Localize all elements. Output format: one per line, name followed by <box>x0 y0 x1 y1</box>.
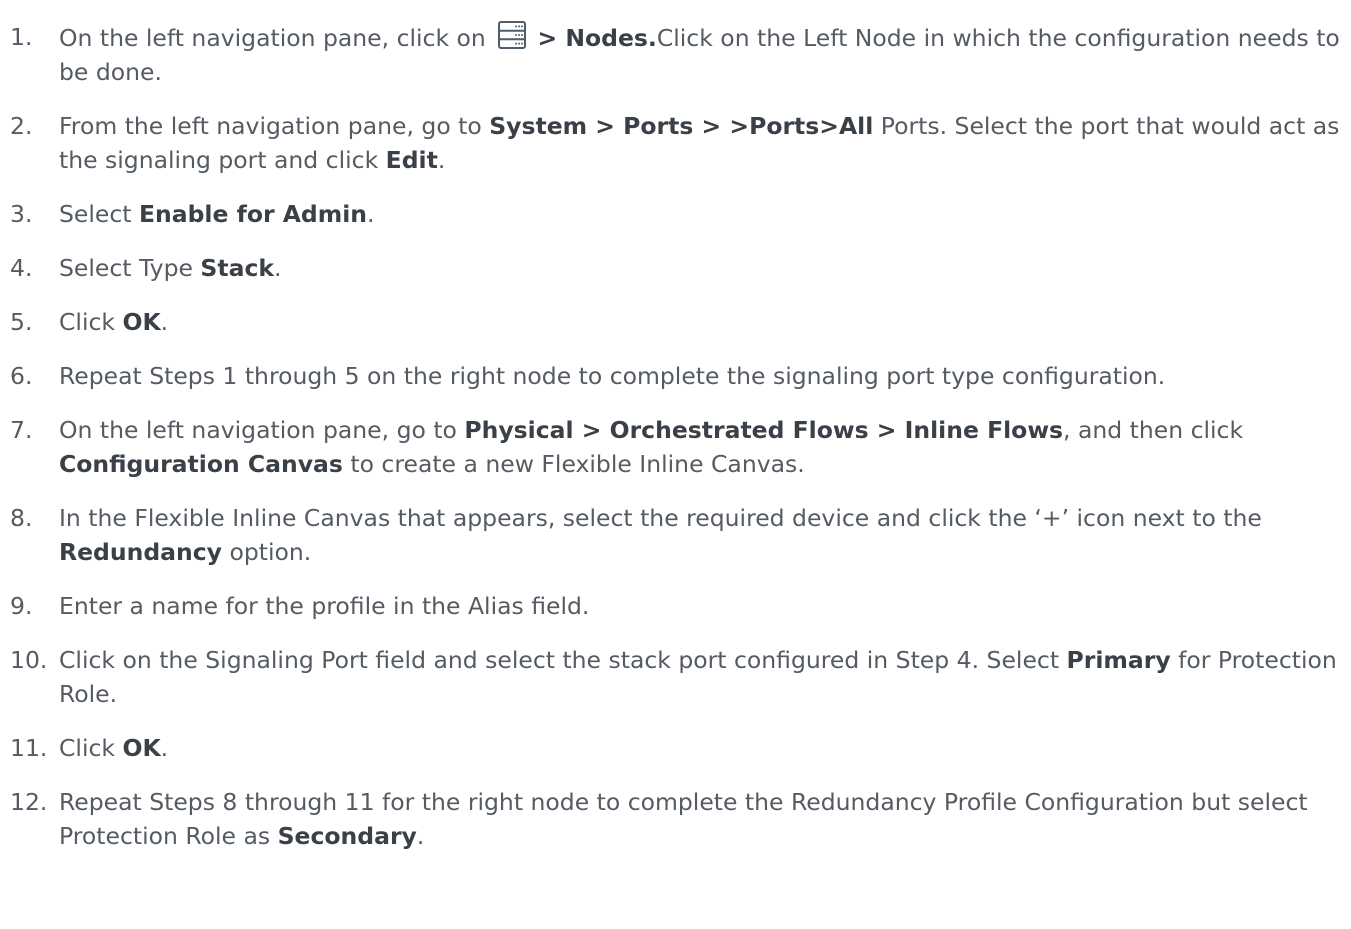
step-text: Repeat Steps 1 through 5 on the right no… <box>59 362 1165 390</box>
step-item: 5. Click OK. <box>0 305 1351 339</box>
step-item: 3. Select Enable for Admin. <box>0 197 1351 231</box>
step-number: 6. <box>10 362 33 390</box>
step-text: In the Flexible Inline Canvas that appea… <box>59 504 1262 566</box>
step-item: 8. In the Flexible Inline Canvas that app… <box>0 501 1351 569</box>
step-text: Repeat Steps 8 through 11 for the right … <box>59 788 1308 850</box>
step-number: 11. <box>10 734 48 762</box>
bold-term: Stack <box>200 254 274 282</box>
bold-term: > Nodes. <box>529 24 657 52</box>
step-text-segment: Click <box>59 734 123 762</box>
step-text: From the left navigation pane, go to Sys… <box>59 112 1339 174</box>
step-text: On the left navigation pane, go to Physi… <box>59 416 1243 478</box>
step-item: 7. On the left navigation pane, go to Phy… <box>0 413 1351 481</box>
bold-term: Physical > Orchestrated Flows > Inline F… <box>464 416 1064 444</box>
step-text: Click OK. <box>59 308 168 336</box>
step-item: 6. Repeat Steps 1 through 5 on the right … <box>0 359 1351 393</box>
instruction-steps-list: 1. On the left navigation pane, click on … <box>0 20 1351 853</box>
bold-term: OK <box>122 308 161 336</box>
step-number: 3. <box>10 200 33 228</box>
bold-term: Enable for Admin <box>138 200 368 228</box>
step-text-segment: Select Type <box>59 254 201 282</box>
step-text-segment: to create a new Flexible Inline Canvas. <box>342 450 805 478</box>
bold-term: Configuration Canvas <box>59 450 343 478</box>
step-number: 2. <box>10 112 33 140</box>
step-text-segment: . <box>274 254 282 282</box>
step-number: 8. <box>10 504 33 532</box>
server-icon <box>498 21 527 49</box>
step-number: 9. <box>10 592 33 620</box>
step-number: 12. <box>10 788 48 816</box>
step-text: Click OK. <box>59 734 168 762</box>
step-item: 11. Click OK. <box>0 731 1351 765</box>
step-text-segment: Repeat Steps 1 through 5 on the right no… <box>59 362 1166 390</box>
step-item: 10. Click on the Signaling Port field and… <box>0 643 1351 711</box>
step-item: 2. From the left navigation pane, go to S… <box>0 109 1351 177</box>
step-text-segment: Repeat Steps 8 through 11 for the right … <box>59 788 1308 850</box>
step-number: 10. <box>10 646 48 674</box>
step-text-segment: . <box>416 822 425 850</box>
step-text: Click on the Signaling Port field and se… <box>59 646 1337 708</box>
step-number: 7. <box>10 416 33 444</box>
step-text: Select Type Stack. <box>59 254 281 282</box>
step-text-segment: Click on the Signaling Port field and se… <box>59 646 1067 674</box>
step-text: On the left navigation pane, click on > … <box>59 21 1340 86</box>
bold-term: Primary <box>1066 646 1171 674</box>
step-text-segment: On the left navigation pane, go to <box>59 416 465 444</box>
step-text-segment: In the Flexible Inline Canvas that appea… <box>59 504 1262 532</box>
step-text-segment: . <box>160 734 169 762</box>
step-item: 9. Enter a name for the profile in the Al… <box>0 589 1351 623</box>
step-item: 4. Select Type Stack. <box>0 251 1351 285</box>
bold-term: Secondary <box>277 822 417 850</box>
step-text-segment: From the left navigation pane, go to <box>59 112 490 140</box>
step-item: 12. Repeat Steps 8 through 11 for the rig… <box>0 785 1351 853</box>
step-text-segment: Click <box>59 308 123 336</box>
step-text-segment: . <box>160 308 169 336</box>
step-item: 1. On the left navigation pane, click on … <box>0 20 1351 89</box>
step-text: Enter a name for the profile in the Alia… <box>59 592 589 620</box>
step-text-segment: On the left navigation pane, click on <box>59 24 494 52</box>
bold-term: OK <box>122 734 161 762</box>
bold-term: Redundancy <box>59 538 222 566</box>
bold-term: Edit <box>385 146 438 174</box>
bold-term: System > Ports > >Ports>All <box>489 112 874 140</box>
step-number: 5. <box>10 308 33 336</box>
step-number: 1. <box>10 23 33 51</box>
step-number: 4. <box>10 254 33 282</box>
step-text: Select Enable for Admin. <box>59 200 375 228</box>
step-text-segment: option. <box>221 538 312 566</box>
step-text-segment: Select <box>59 200 139 228</box>
step-text-segment: Enter a name for the profile in the Alia… <box>59 592 590 620</box>
step-text-segment: , and then click <box>1063 416 1244 444</box>
step-text-segment: . <box>367 200 375 228</box>
step-text-segment: . <box>437 146 446 174</box>
